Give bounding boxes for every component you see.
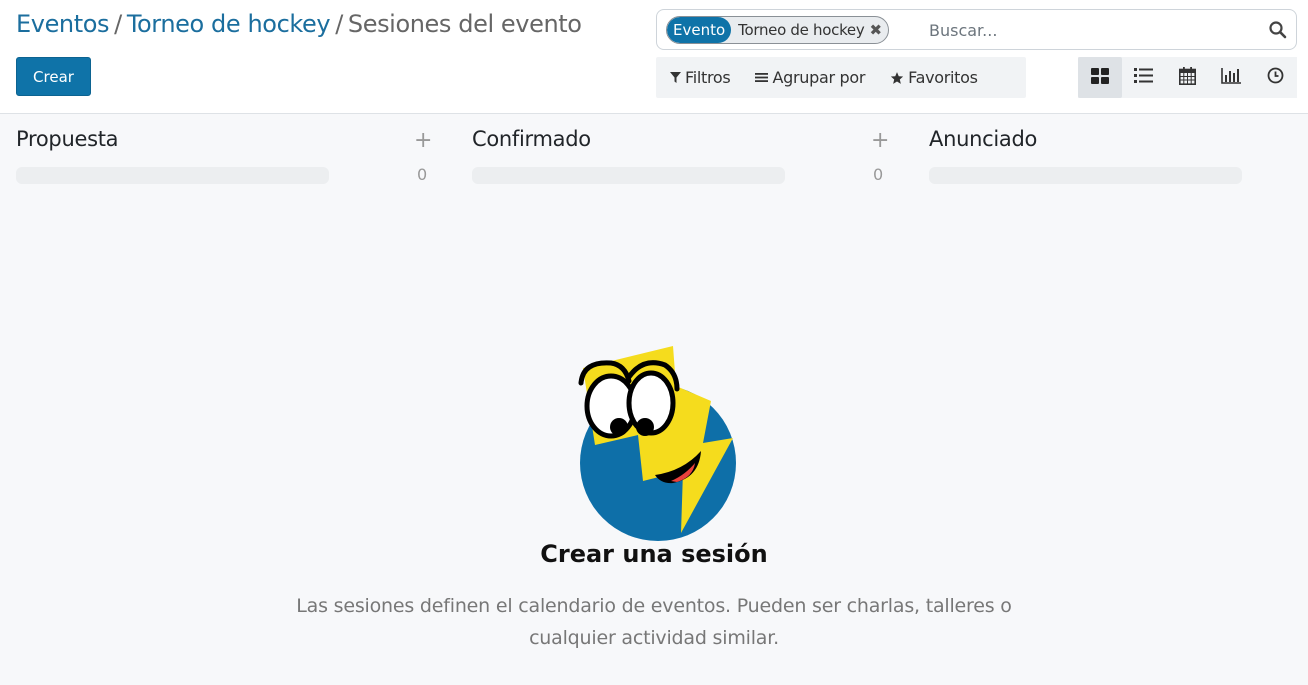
search-facet: Evento Torneo de hockey ✖ xyxy=(666,16,890,44)
activity-view-button[interactable] xyxy=(1253,57,1297,98)
bars-icon xyxy=(755,72,769,83)
clock-view-icon xyxy=(1267,67,1284,88)
column-title: Propuesta xyxy=(16,127,119,151)
column-add-icon[interactable]: + xyxy=(871,128,889,153)
favorites-button[interactable]: Favoritos xyxy=(890,68,978,87)
column-title: Anunciado xyxy=(929,127,1038,151)
search-bar: Evento Torneo de hockey ✖ xyxy=(656,9,1297,50)
search-icon[interactable] xyxy=(1268,20,1288,40)
column-count: 0 xyxy=(417,165,428,184)
filters-label: Filtros xyxy=(685,68,731,87)
bar-chart-view-icon xyxy=(1221,67,1242,88)
smiling-mascot-icon xyxy=(573,343,743,543)
star-icon xyxy=(890,71,904,85)
calendar-view-icon xyxy=(1178,66,1196,89)
control-panel: Eventos / Torneo de hockey / Sesiones del ev… xyxy=(0,0,1308,114)
create-button[interactable]: Crear xyxy=(16,57,91,96)
calendar-view-button[interactable] xyxy=(1166,57,1210,98)
breadcrumb-item-torneo[interactable]: Torneo de hockey xyxy=(127,10,331,38)
search-options-bar: Filtros Agrupar por Favoritos xyxy=(656,57,1026,98)
column-progress-bar xyxy=(16,167,329,184)
list-view-button[interactable] xyxy=(1122,57,1166,98)
breadcrumb: Eventos / Torneo de hockey / Sesiones del ev… xyxy=(16,10,582,38)
search-facet-value: Torneo de hockey xyxy=(738,21,865,39)
help-description: Las sesiones definen el calendario de ev… xyxy=(296,595,1012,649)
column-add-icon[interactable]: + xyxy=(414,128,432,153)
column-title: Confirmado xyxy=(472,127,591,151)
breadcrumb-item-eventos[interactable]: Eventos xyxy=(16,10,110,38)
help-title: Crear una sesión xyxy=(540,540,768,568)
group-by-button[interactable]: Agrupar por xyxy=(755,68,865,87)
group-by-label: Agrupar por xyxy=(772,68,866,87)
favorites-label: Favoritos xyxy=(908,68,978,87)
facet-remove-icon[interactable]: ✖ xyxy=(869,21,888,39)
kanban-view-button[interactable] xyxy=(1078,57,1122,98)
filters-button[interactable]: Filtros xyxy=(670,68,731,87)
column-progress-bar xyxy=(929,167,1242,184)
page-title: Sesiones del evento xyxy=(347,10,582,38)
column-count: 0 xyxy=(873,165,884,184)
search-input[interactable] xyxy=(929,19,1249,41)
list-view-icon xyxy=(1134,68,1154,87)
breadcrumb-separator: / xyxy=(335,10,343,38)
graph-view-button[interactable] xyxy=(1209,57,1253,98)
kanban-view-icon xyxy=(1090,67,1109,88)
column-progress-bar xyxy=(472,167,785,184)
breadcrumb-separator: / xyxy=(114,10,122,38)
search-facet-label: Evento xyxy=(667,17,732,43)
filter-icon xyxy=(670,72,681,83)
view-switcher xyxy=(1078,57,1297,98)
